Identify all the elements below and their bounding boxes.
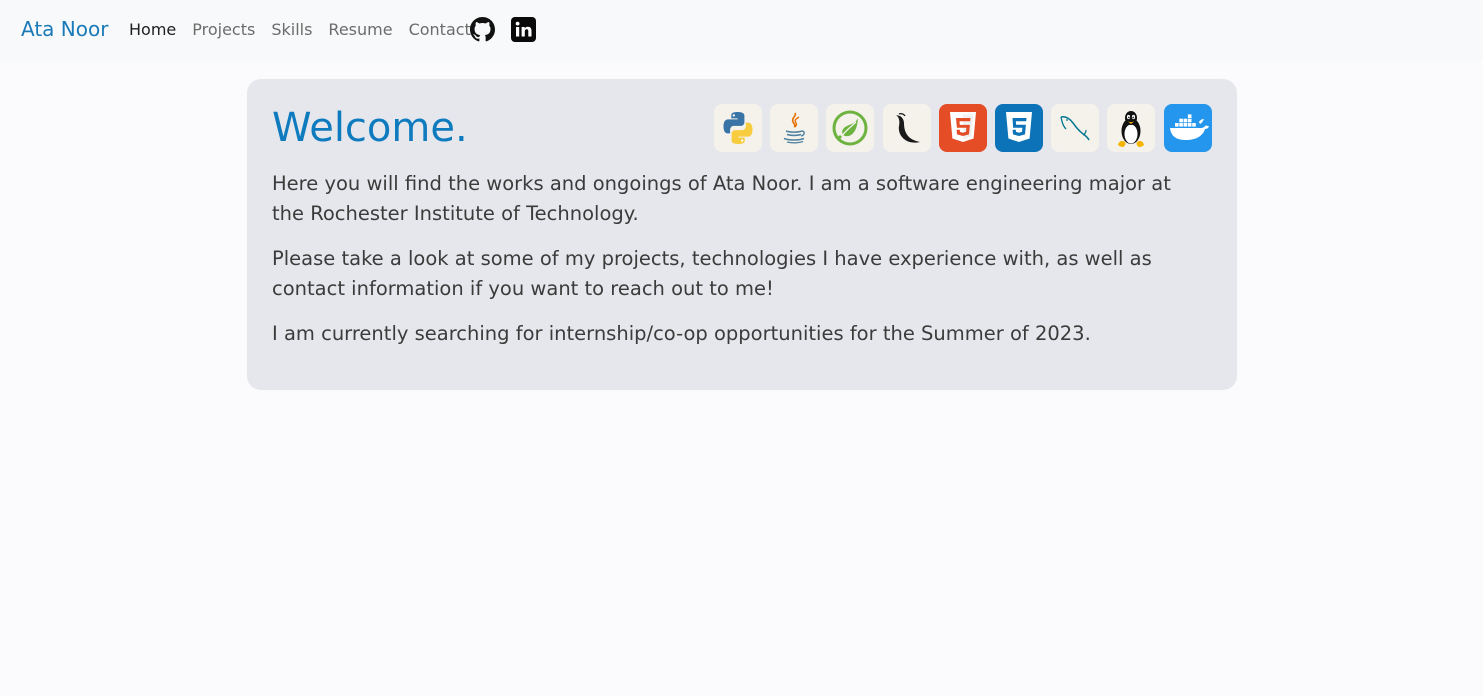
python-icon: [714, 104, 762, 152]
intro-paragraph: Here you will find the works and ongoing…: [272, 172, 1171, 225]
technology-icons: [714, 104, 1212, 152]
brand-link[interactable]: Ata Noor: [21, 16, 108, 42]
nav-link-home[interactable]: Home: [129, 19, 176, 41]
flask-icon: [882, 104, 931, 152]
intro-paragraph: Please take a look at some of my project…: [272, 247, 1152, 300]
linux-icon: [1107, 104, 1156, 152]
nav-link-resume[interactable]: Resume: [328, 19, 392, 41]
java-icon: [770, 104, 819, 152]
docker-icon: [1163, 104, 1212, 152]
navbar: Ata Noor Home Projects Skills Resume Con…: [0, 0, 1483, 60]
nav-link-contact[interactable]: Contact: [409, 19, 471, 41]
page-title: Welcome.: [272, 105, 468, 151]
intro-text: Here you will find the works and ongoing…: [272, 169, 1202, 365]
nav-link-projects[interactable]: Projects: [192, 19, 255, 41]
github-icon[interactable]: [470, 17, 495, 42]
linkedin-icon[interactable]: [511, 17, 536, 42]
nav-links: Home Projects Skills Resume Contact: [129, 18, 487, 42]
welcome-card: Welcome. Here you will find the works an…: [247, 79, 1237, 390]
html5-icon: [938, 104, 987, 152]
css3-icon: [994, 104, 1043, 152]
mysql-icon: [1051, 104, 1100, 152]
intro-paragraph: I am currently searching for internship/…: [272, 322, 1091, 345]
nav-link-skills[interactable]: Skills: [271, 19, 312, 41]
spring-icon: [826, 104, 875, 152]
